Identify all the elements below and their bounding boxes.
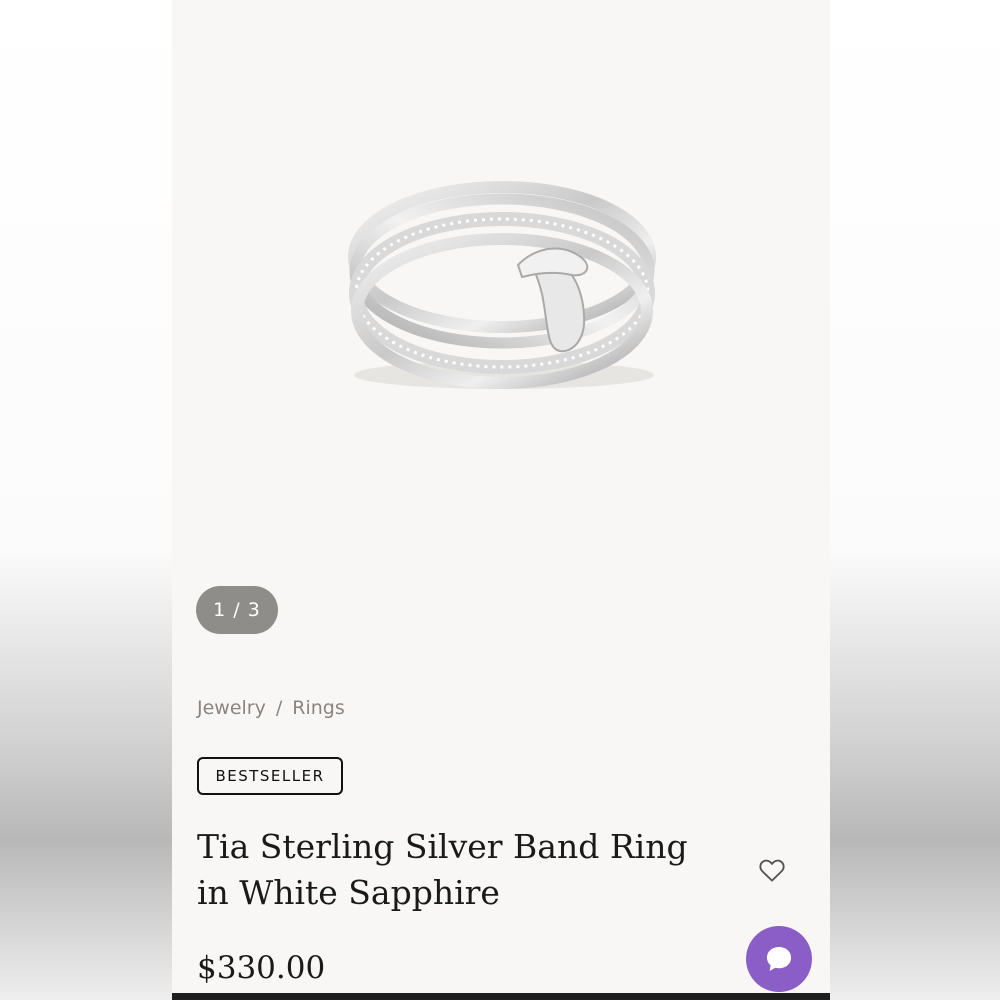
- wishlist-button[interactable]: [757, 855, 787, 885]
- product-page: 1 / 3 Jewelry / Rings BESTSELLER Tia Ste…: [172, 0, 830, 1000]
- breadcrumb-item-rings[interactable]: Rings: [292, 697, 344, 719]
- chat-button[interactable]: [746, 926, 812, 992]
- bottom-bar: [172, 993, 830, 1000]
- product-gallery[interactable]: 1 / 3: [172, 0, 830, 655]
- breadcrumb: Jewelry / Rings: [197, 697, 345, 719]
- product-title: Tia Sterling Silver Band Ring in White S…: [197, 827, 688, 912]
- product-image[interactable]: [322, 165, 682, 400]
- bestseller-badge: BESTSELLER: [197, 757, 343, 795]
- product-price: $330.00: [197, 950, 326, 986]
- chat-bubble-icon: [766, 946, 792, 972]
- breadcrumb-item-jewelry[interactable]: Jewelry: [197, 697, 266, 719]
- breadcrumb-separator: /: [275, 697, 283, 719]
- heart-icon: [759, 859, 785, 882]
- image-counter: 1 / 3: [196, 586, 278, 634]
